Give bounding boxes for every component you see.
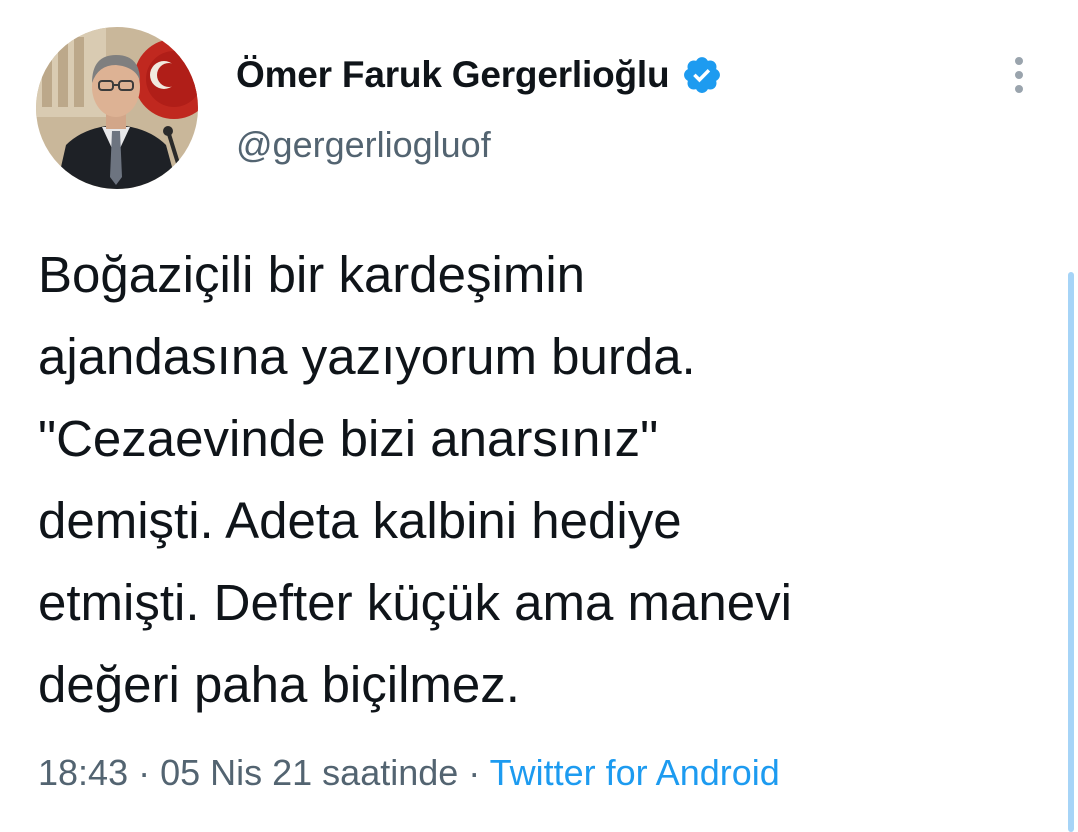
tweet-date[interactable]: 05 Nis 21 saatinde (160, 752, 458, 793)
scroll-indicator[interactable] (1068, 272, 1074, 832)
avatar-photo (36, 27, 198, 189)
tweet-text: Boğaziçili bir kardeşimin ajandasına yaz… (38, 246, 792, 713)
tweet-source-link[interactable]: Twitter for Android (490, 752, 780, 793)
author-display-name: Ömer Faruk Gergerlioğlu (236, 54, 670, 95)
tweet-time[interactable]: 18:43 (38, 752, 128, 793)
author-name-row[interactable]: Ömer Faruk Gergerlioğlu (236, 50, 723, 100)
meta-separator: · (128, 752, 161, 793)
avatar[interactable] (36, 27, 198, 189)
more-options-button[interactable] (996, 52, 1042, 98)
meta-separator: · (458, 752, 490, 793)
tweet-metadata: 18:43 · 05 Nis 21 saatinde · Twitter for… (38, 748, 780, 798)
more-vertical-icon (1015, 57, 1023, 93)
verified-badge-icon (681, 54, 723, 96)
author-handle[interactable]: @gergerliogluof (236, 124, 491, 166)
tweet-detail: Ömer Faruk Gergerlioğlu @gergerliogluof … (0, 0, 1078, 832)
